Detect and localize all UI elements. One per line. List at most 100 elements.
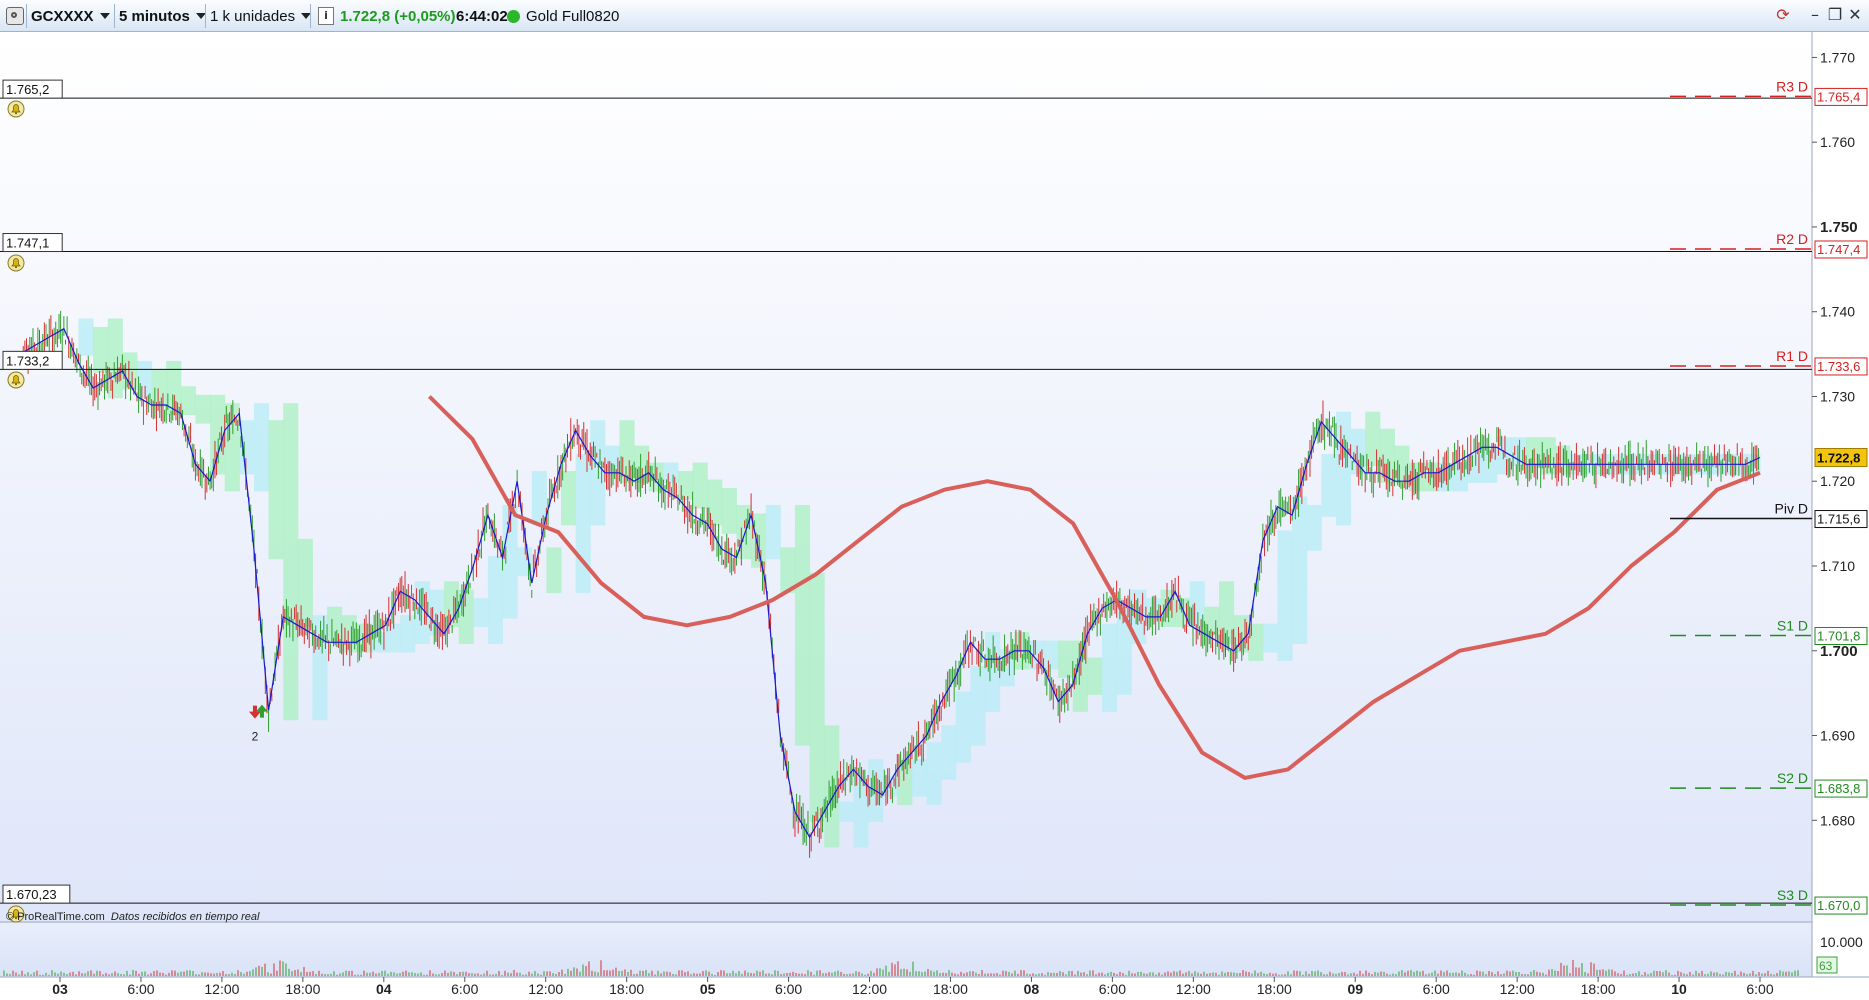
settings-button[interactable]	[6, 0, 24, 32]
cloud-segment	[1306, 504, 1322, 551]
cloud-segment	[400, 615, 416, 653]
volume-current-value: 63	[1819, 959, 1833, 973]
price-change: (+0,05%)	[394, 7, 456, 25]
x-axis-label: 05	[700, 981, 716, 997]
cloud-segment	[692, 462, 708, 509]
cloud-segment	[297, 538, 313, 628]
data-source-note: © ProRealTime.com Datos recibidos en tie…	[6, 911, 259, 923]
cloud-segment	[677, 471, 694, 500]
x-axis-label: 6:00	[1746, 981, 1773, 997]
cloud-segment	[546, 547, 562, 594]
pivot-level-value: 1.733,6	[1817, 359, 1860, 374]
pivot-level-name: S3 D	[1777, 887, 1808, 903]
cloud-segment	[970, 666, 986, 746]
cloud-segment	[1540, 437, 1556, 475]
cloud-segment	[180, 386, 196, 416]
price-chart[interactable]: 2 1.765,2 1.747,1 1.733,2 1.670,23 R3 D 1.765…	[0, 32, 1869, 1000]
cloud-segment	[385, 623, 401, 653]
y-axis-label: 1.720	[1820, 473, 1855, 489]
signal-count: 2	[252, 730, 259, 744]
cloud-segment	[1292, 496, 1308, 644]
x-axis-label: 18:00	[1581, 981, 1616, 997]
alert-value: 1.733,2	[6, 353, 49, 368]
cloud-segment	[809, 572, 825, 822]
gear-icon	[6, 7, 24, 25]
cloud-segment	[312, 615, 328, 721]
x-axis-label: 18:00	[285, 981, 320, 997]
last-price-value: 1.722,8	[1817, 451, 1860, 466]
volume-axis-label: 10.000	[1820, 934, 1863, 950]
x-axis-label: 18:00	[609, 981, 644, 997]
y-axis-label: 1.750	[1820, 219, 1858, 236]
cloud-segment	[1087, 657, 1103, 695]
source-label: © ProRealTime.com	[6, 911, 105, 923]
y-axis-label: 1.760	[1820, 134, 1855, 150]
pivot-level-name: R2 D	[1776, 231, 1808, 247]
bell-icon[interactable]	[7, 254, 25, 272]
cloud-segment	[239, 420, 255, 475]
cloud-segment	[911, 759, 928, 797]
cloud-segment	[327, 606, 343, 644]
x-axis-label: 12:00	[1176, 981, 1211, 997]
x-axis-label: 18:00	[933, 981, 968, 997]
pivot-level-name: S1 D	[1777, 618, 1808, 634]
cloud-segment	[195, 394, 211, 424]
cloud-segment	[473, 598, 489, 628]
cloud-segment	[107, 318, 123, 399]
y-axis-label: 1.740	[1820, 304, 1855, 320]
cloud-segment	[1350, 428, 1366, 475]
cloud-segment	[253, 403, 270, 492]
price-axis	[1812, 32, 1869, 977]
cloud-segment	[268, 420, 284, 560]
cloud-segment	[224, 403, 240, 492]
alert-value: 1.747,1	[6, 236, 49, 251]
y-axis-label: 1.710	[1820, 558, 1855, 574]
x-axis-label: 04	[376, 981, 392, 997]
pivot-level-value: 1.683,8	[1817, 781, 1860, 796]
info-button[interactable]: i	[318, 0, 334, 32]
x-axis-label: 6:00	[127, 981, 154, 997]
x-axis-label: 6:00	[1099, 981, 1126, 997]
x-axis-label: 12:00	[528, 981, 563, 997]
cloud-segment	[838, 801, 854, 822]
units-dropdown[interactable]: 1 k unidades	[210, 0, 312, 32]
cloud-segment	[1277, 530, 1293, 661]
bell-icon[interactable]	[7, 371, 25, 389]
timeframe-label: 5 minutos	[119, 7, 190, 25]
cloud-segment	[590, 420, 606, 526]
alert-value: 1.670,23	[6, 887, 57, 902]
restore-icon[interactable]: ❐	[1826, 6, 1844, 24]
x-axis-label: 6:00	[451, 981, 478, 997]
chart-toolbar: GCXXXX 5 minutos 1 k unidades i 1.722,8 …	[0, 0, 1869, 32]
pivot-level-name: Piv D	[1775, 501, 1808, 517]
x-axis-label: 09	[1347, 981, 1363, 997]
x-axis-label: 03	[52, 981, 68, 997]
cloud-segment	[458, 589, 474, 644]
x-axis-label: 12:00	[204, 981, 239, 997]
live-status-dot	[507, 9, 520, 23]
info-icon: i	[318, 7, 334, 25]
refresh-icon[interactable]: ⟳	[1774, 6, 1792, 24]
bell-icon[interactable]	[7, 100, 25, 118]
timeframe-dropdown[interactable]: 5 minutos	[119, 0, 206, 32]
symbol-label: GCXXXX	[31, 7, 94, 25]
cloud-segment	[1335, 411, 1352, 526]
cloud-segment	[794, 504, 811, 746]
cloud-segment	[985, 632, 1001, 712]
symbol-dropdown[interactable]: GCXXXX	[31, 0, 110, 32]
close-icon[interactable]: ✕	[1846, 6, 1864, 24]
y-axis-label: 1.690	[1820, 728, 1855, 744]
x-axis-label: 10	[1671, 981, 1687, 997]
cloud-segment	[151, 369, 167, 407]
alert-value: 1.765,2	[6, 82, 49, 97]
minimize-icon[interactable]: –	[1806, 6, 1824, 24]
cloud-segment	[955, 691, 971, 763]
clock: 6:44:02	[456, 0, 508, 32]
x-axis-label: 12:00	[852, 981, 887, 997]
x-axis-label: 6:00	[775, 981, 802, 997]
instrument-info: Gold Full0820	[507, 0, 619, 32]
cloud-segment	[575, 454, 591, 594]
volume-area	[0, 922, 1812, 977]
cloud-segment	[721, 488, 737, 534]
x-axis-label: 08	[1024, 981, 1040, 997]
